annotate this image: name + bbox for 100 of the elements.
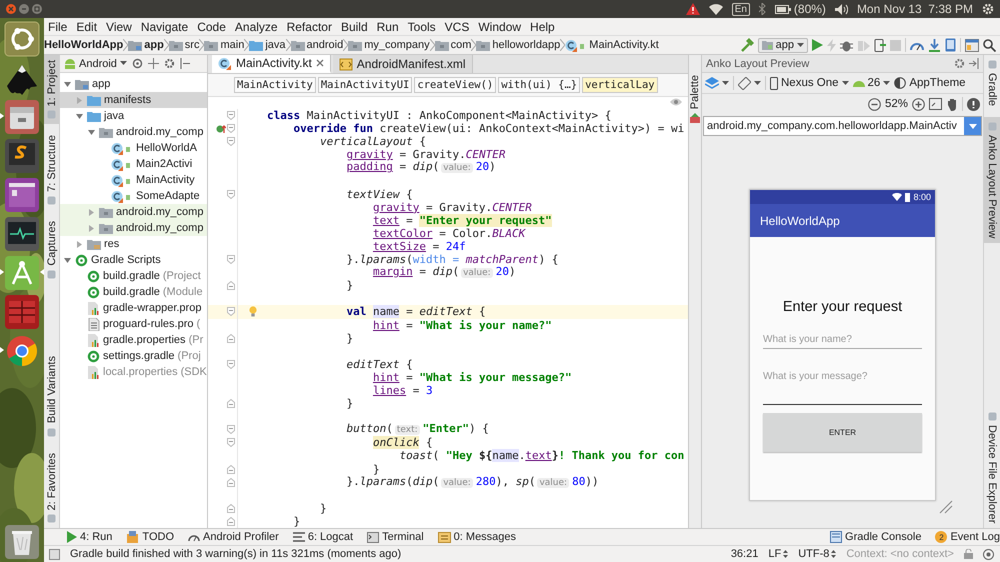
breadcrumb[interactable]: src — [168, 39, 200, 51]
tool-tab[interactable]: 2 Event Log — [935, 531, 1000, 543]
fold-marker-icon[interactable] — [227, 464, 235, 474]
fold-marker-icon[interactable] — [227, 504, 235, 513]
run-configuration-dropdown[interactable]: app — [758, 38, 808, 52]
zoom-in-icon[interactable] — [912, 98, 925, 110]
tree-item[interactable]: Main2Activi — [60, 156, 207, 172]
menu-item[interactable]: Help — [530, 20, 555, 34]
settings-icon[interactable] — [164, 58, 175, 69]
fold-marker-icon[interactable] — [227, 516, 235, 526]
menu-item[interactable]: Refactor — [286, 20, 332, 34]
trash-icon[interactable] — [4, 524, 40, 560]
browser-icon[interactable] — [4, 333, 40, 369]
editor-tab[interactable]: MainActivity.kt — [212, 55, 331, 73]
orientation-dropdown[interactable] — [738, 76, 761, 90]
caret-position[interactable]: 36:21 — [730, 548, 758, 560]
fold-marker-icon[interactable] — [227, 399, 235, 408]
activity-dropdown[interactable]: android.my_company.com.helloworldapp.MainActiv — [703, 116, 982, 136]
tool-window-tab[interactable]: Anko Layout Preview — [984, 117, 1000, 244]
tree-item[interactable]: app — [60, 76, 207, 92]
editor-tab[interactable]: AndroidManifest.xml — [332, 55, 473, 73]
tool-window-tab[interactable]: Gradle — [984, 55, 1000, 112]
fold-marker-icon[interactable] — [227, 111, 235, 120]
tree-item[interactable]: build.gradle (Module — [60, 284, 207, 300]
logo-icon[interactable] — [4, 21, 40, 57]
breadcrumb[interactable]: my_company — [348, 39, 430, 51]
tree-item[interactable]: manifests — [60, 92, 207, 108]
api-level-dropdown[interactable]: 26 — [852, 77, 890, 89]
structure-breadcrumb[interactable]: with(ui) {…} — [498, 77, 580, 93]
resize-handle-icon[interactable] — [939, 500, 953, 514]
caret-down-icon[interactable] — [63, 80, 72, 88]
status-message[interactable]: Gradle build finished with 3 warning(s) in 11s 321ms (moments ago) — [70, 548, 721, 560]
tool-tab[interactable]: 0: Messages — [438, 531, 516, 543]
structure-breadcrumb[interactable]: createView() — [414, 77, 496, 93]
pulse-monitor-icon[interactable] — [4, 216, 40, 252]
fold-marker-icon[interactable] — [227, 438, 235, 448]
tool-tab[interactable]: 6: Logcat — [292, 531, 354, 543]
device-dropdown[interactable]: Nexus One — [770, 76, 849, 90]
enter-button[interactable]: ENTER — [763, 413, 922, 452]
hide-icon[interactable] — [180, 58, 190, 69]
tree-item[interactable]: build.gradle (Project — [60, 268, 207, 284]
text-editor-icon[interactable] — [4, 138, 40, 174]
menu-item[interactable]: View — [106, 20, 132, 34]
caret-right-icon[interactable] — [87, 224, 96, 232]
tree-item[interactable]: java — [60, 108, 207, 124]
fold-marker-icon[interactable] — [227, 425, 235, 434]
clock[interactable]: Mon Nov 13 7:38 PM — [856, 2, 973, 16]
project-structure-icon[interactable] — [965, 38, 979, 52]
light-bulb-icon[interactable] — [248, 306, 256, 318]
file-encoding[interactable]: UTF-8 — [798, 548, 836, 560]
wifi-icon[interactable] — [708, 4, 723, 14]
eye-icon[interactable] — [670, 98, 682, 106]
play-icon[interactable] — [812, 39, 823, 51]
tool-tab[interactable]: Android Profiler — [188, 531, 279, 543]
keyboard-layout[interactable]: En — [732, 2, 750, 16]
search-icon[interactable] — [983, 38, 996, 52]
tree-item[interactable]: android.my_comp — [60, 220, 207, 236]
breadcrumb[interactable]: HelloWorldApp — [44, 39, 124, 51]
fold-marker-icon[interactable] — [227, 190, 235, 199]
bug-icon[interactable] — [840, 38, 853, 52]
hand-icon[interactable] — [946, 98, 958, 110]
palette-tab[interactable]: Palette — [689, 75, 701, 110]
download-icon[interactable] — [928, 38, 941, 52]
tree-item[interactable]: HelloWorldA — [60, 140, 207, 156]
close-icon[interactable] — [6, 4, 16, 14]
tree-item[interactable]: gradle.properties (Pr — [60, 332, 207, 348]
fold-marker-icon[interactable] — [227, 281, 235, 290]
tree-item[interactable]: gradle-wrapper.prop — [60, 300, 207, 316]
tree-item[interactable]: Gradle Scripts — [60, 252, 207, 268]
lock-icon[interactable] — [964, 549, 973, 559]
structure-breadcrumb[interactable]: MainActivity — [234, 77, 316, 93]
warning-icon[interactable] — [686, 3, 700, 15]
fold-marker-icon[interactable] — [227, 307, 235, 316]
caret-down-icon[interactable] — [75, 112, 84, 120]
compass-icon[interactable] — [4, 255, 40, 291]
tool-windows-toggle-icon[interactable] — [49, 548, 60, 560]
fit-screen-icon[interactable] — [929, 98, 942, 110]
zoom-out-icon[interactable] — [868, 98, 881, 110]
tree-item[interactable]: android.my_comp — [60, 204, 207, 220]
caret-right-icon[interactable] — [87, 208, 96, 216]
caret-down-icon[interactable] — [63, 256, 72, 264]
minimize-icon[interactable] — [19, 4, 29, 14]
tool-window-tab[interactable]: Device File Explorer — [984, 406, 1000, 528]
breadcrumb[interactable]: android — [290, 39, 344, 51]
volume-icon[interactable] — [834, 4, 848, 14]
tree-item[interactable]: SomeAdapte — [60, 188, 207, 204]
tree-item[interactable]: MainActivity — [60, 172, 207, 188]
menu-item[interactable]: Navigate — [140, 20, 188, 34]
menu-item[interactable]: File — [48, 20, 68, 34]
breadcrumb[interactable]: app — [128, 39, 164, 51]
breadcrumb[interactable]: java — [249, 39, 286, 51]
maximize-icon[interactable] — [32, 4, 42, 14]
tool-window-tab[interactable]: 1: Project — [44, 55, 59, 124]
settings-icon[interactable] — [954, 58, 965, 69]
tool-window-tab[interactable]: 7: Structure — [44, 130, 59, 210]
menu-item[interactable]: Run — [376, 20, 399, 34]
menu-item[interactable]: VCS — [444, 20, 470, 34]
bluetooth-icon[interactable] — [758, 3, 766, 15]
breadcrumb[interactable]: MainActivity.kt — [565, 38, 659, 52]
structure-breadcrumb[interactable]: verticalLay — [582, 77, 658, 93]
